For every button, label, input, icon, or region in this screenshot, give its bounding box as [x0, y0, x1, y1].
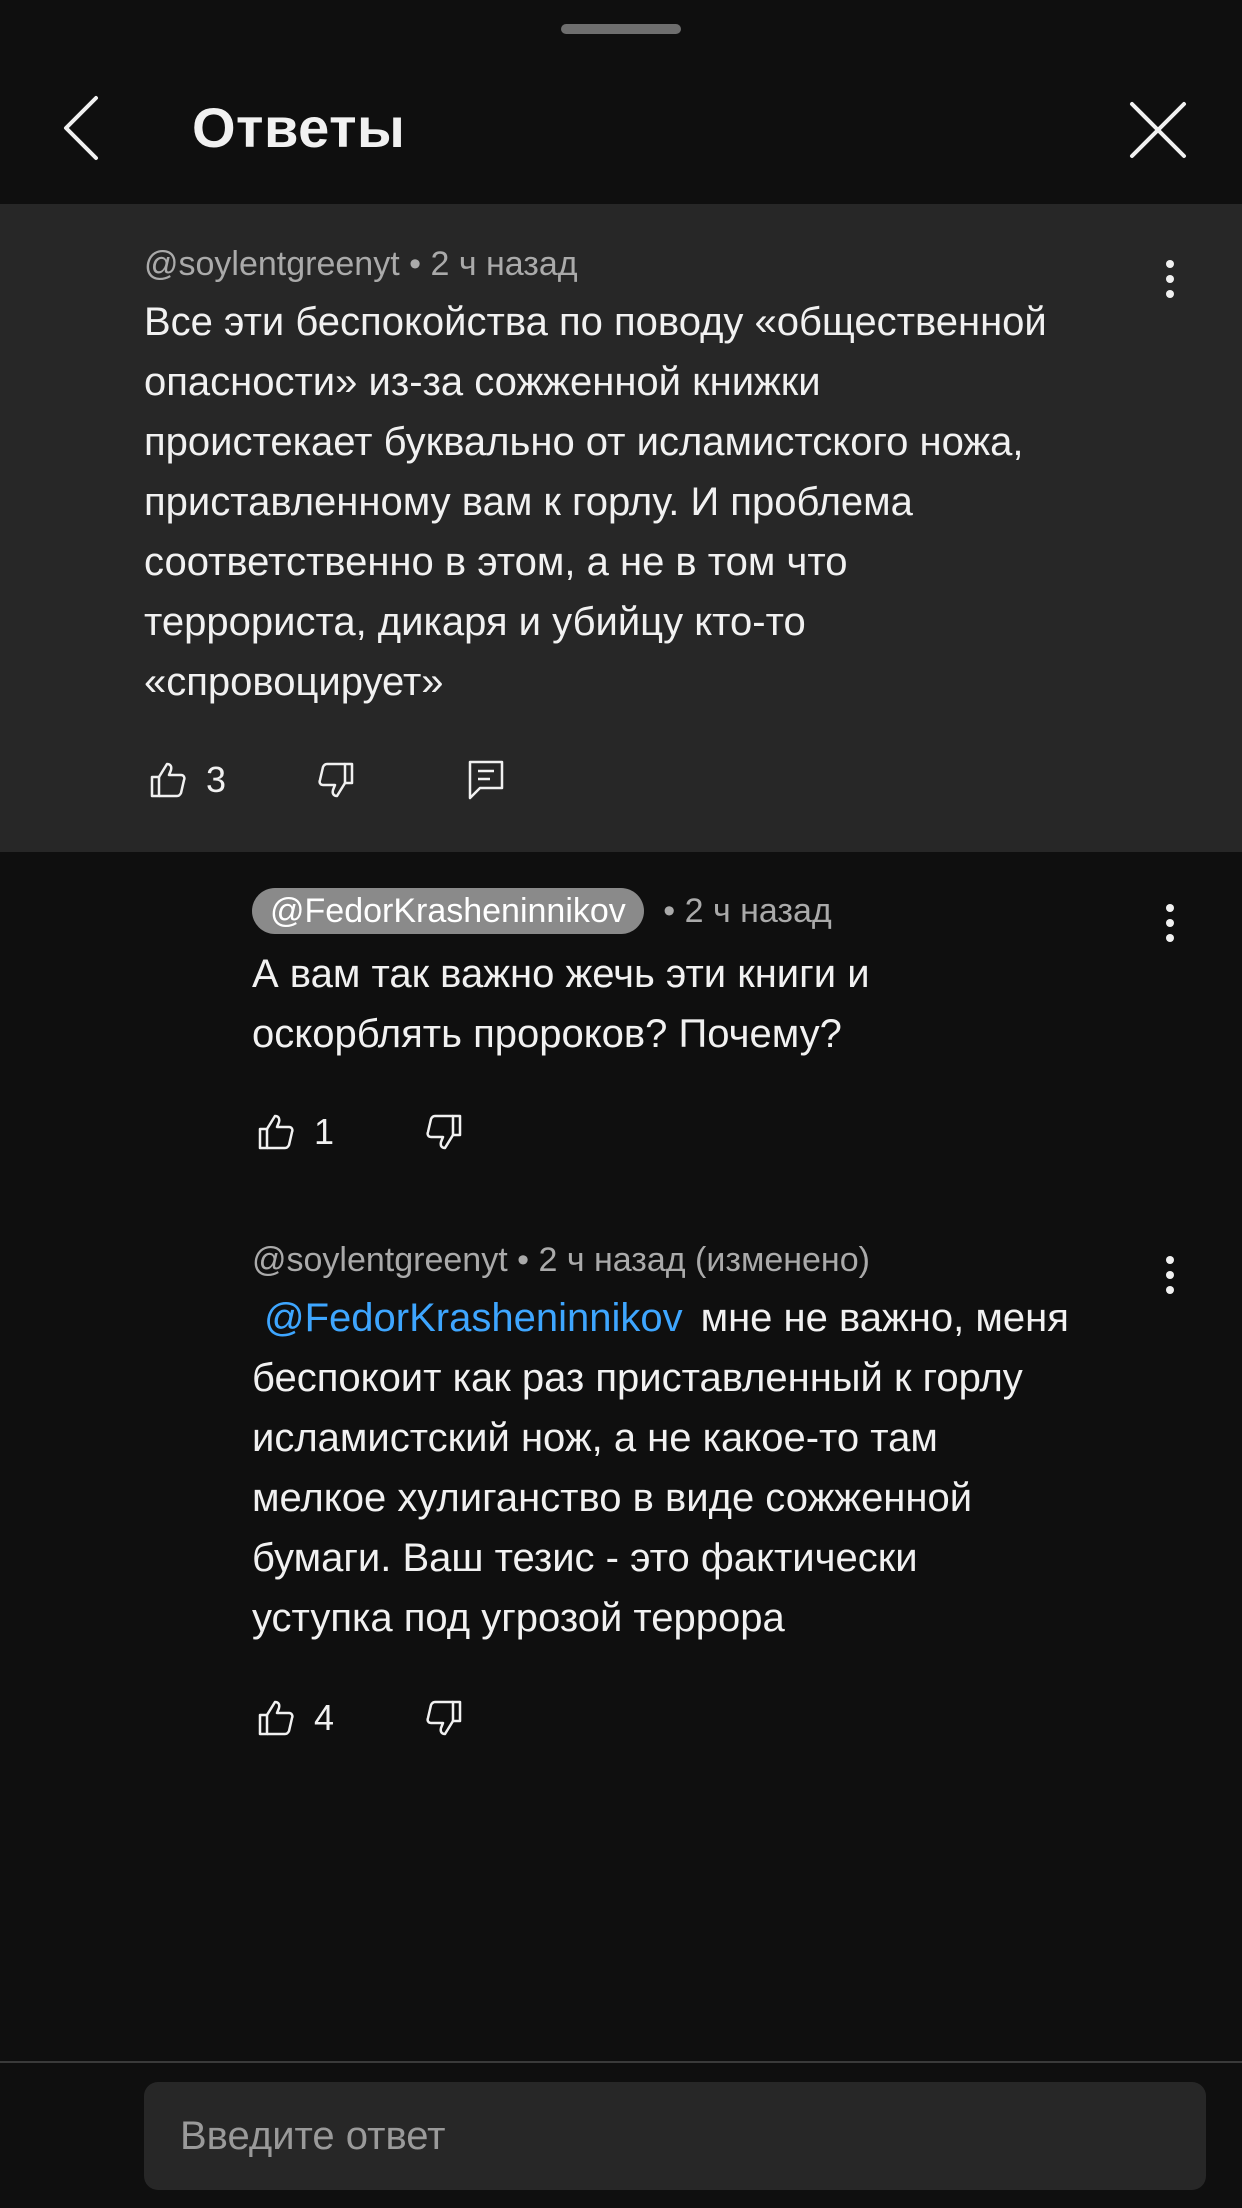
thumbs-down-icon	[426, 1700, 462, 1736]
divider	[0, 2061, 1242, 2063]
comment-line: Все эти беспокойства по поводу «обществе…	[144, 300, 1047, 344]
comment-author[interactable]: @FedorKrasheninnikov	[252, 888, 644, 934]
comment-first-line: @FedorKrasheninnikov мне не важно, меня	[252, 1288, 1172, 1348]
like-button[interactable]: 1	[256, 1110, 334, 1154]
like-button[interactable]: 3	[148, 758, 226, 802]
like-count: 3	[206, 759, 227, 800]
comment-line: соответственно в этом, а не в том что	[144, 540, 848, 584]
comment-line: А вам так важно жечь эти книги и	[252, 952, 870, 996]
comment-text: А вам так важно жечь эти книги и оскорбл…	[252, 944, 1172, 1064]
comment-line: «спровоцирует»	[144, 660, 444, 704]
comment-author[interactable]: @soylentgreenyt	[144, 245, 400, 283]
comment-time: • 2 ч назад	[409, 245, 578, 283]
comment-line: проистекает буквально от исламистского н…	[144, 420, 1024, 464]
comment-meta: @FedorKrasheninnikov • 2 ч назад	[252, 888, 832, 934]
back-button[interactable]	[52, 92, 112, 164]
reply-input[interactable]: Введите ответ	[144, 2082, 1206, 2190]
page-title: Ответы	[192, 96, 406, 159]
thumbs-down-icon	[318, 762, 354, 798]
comment-line: террориста, дикаря и убийцу кто-то	[144, 600, 806, 644]
comment-line: мелкое хулиганство в виде сожженной	[252, 1476, 973, 1520]
comment-line: оскорблять пророков? Почему?	[252, 1012, 842, 1056]
more-vertical-icon	[1158, 260, 1182, 298]
more-vertical-icon	[1158, 904, 1182, 942]
comment-time: • 2 ч назад	[663, 892, 832, 930]
reply-button[interactable]	[466, 758, 506, 802]
comment-meta: @soylentgreenyt • 2 ч назад	[144, 242, 578, 286]
like-count: 4	[314, 1697, 335, 1738]
thumbs-down-icon	[426, 1114, 462, 1150]
like-count: 1	[314, 1111, 335, 1152]
comment-line: уступка под угрозой террора	[252, 1596, 785, 1640]
chevron-left-icon	[64, 96, 98, 160]
dislike-button[interactable]	[424, 1698, 464, 1738]
replies-header: Ответы	[0, 0, 1242, 204]
comment-line: мне не важно, меня	[700, 1296, 1069, 1340]
comment-line: приставленному вам к горлу. И проблема	[144, 480, 913, 524]
comment-text: Все эти беспокойства по поводу «обществе…	[144, 292, 1144, 712]
close-icon	[1130, 102, 1186, 158]
mention-link[interactable]: @FedorKrasheninnikov	[264, 1296, 683, 1340]
parent-comment: @soylentgreenyt • 2 ч назад Все эти бесп…	[0, 204, 1242, 852]
thumbs-up-icon	[150, 762, 186, 798]
comment-author[interactable]: @soylentgreenyt	[252, 1241, 508, 1279]
more-button[interactable]	[1158, 260, 1182, 308]
dislike-button[interactable]	[316, 760, 356, 800]
comment-line: бумаги. Ваш тезис - это фактически	[252, 1536, 918, 1580]
reply-input-placeholder: Введите ответ	[180, 2113, 446, 2158]
close-button[interactable]	[1124, 96, 1192, 164]
comment-text: @FedorKrasheninnikov мне не важно, меня б…	[252, 1288, 1172, 1648]
comment-line: беспокоит как раз приставленный к горлу	[252, 1356, 1023, 1400]
comment-line: опасности» из-за сожженной книжки	[144, 360, 821, 404]
like-button[interactable]: 4	[256, 1696, 334, 1740]
reply-comment-icon	[468, 760, 504, 800]
thumbs-up-icon	[258, 1114, 294, 1150]
comment-time: • 2 ч назад (изменено)	[517, 1241, 870, 1279]
dislike-button[interactable]	[424, 1112, 464, 1152]
comment-line: исламистский нож, а не какое-то там	[252, 1416, 938, 1460]
thumbs-up-icon	[258, 1700, 294, 1736]
comment-meta: @soylentgreenyt • 2 ч назад (изменено)	[252, 1238, 870, 1282]
